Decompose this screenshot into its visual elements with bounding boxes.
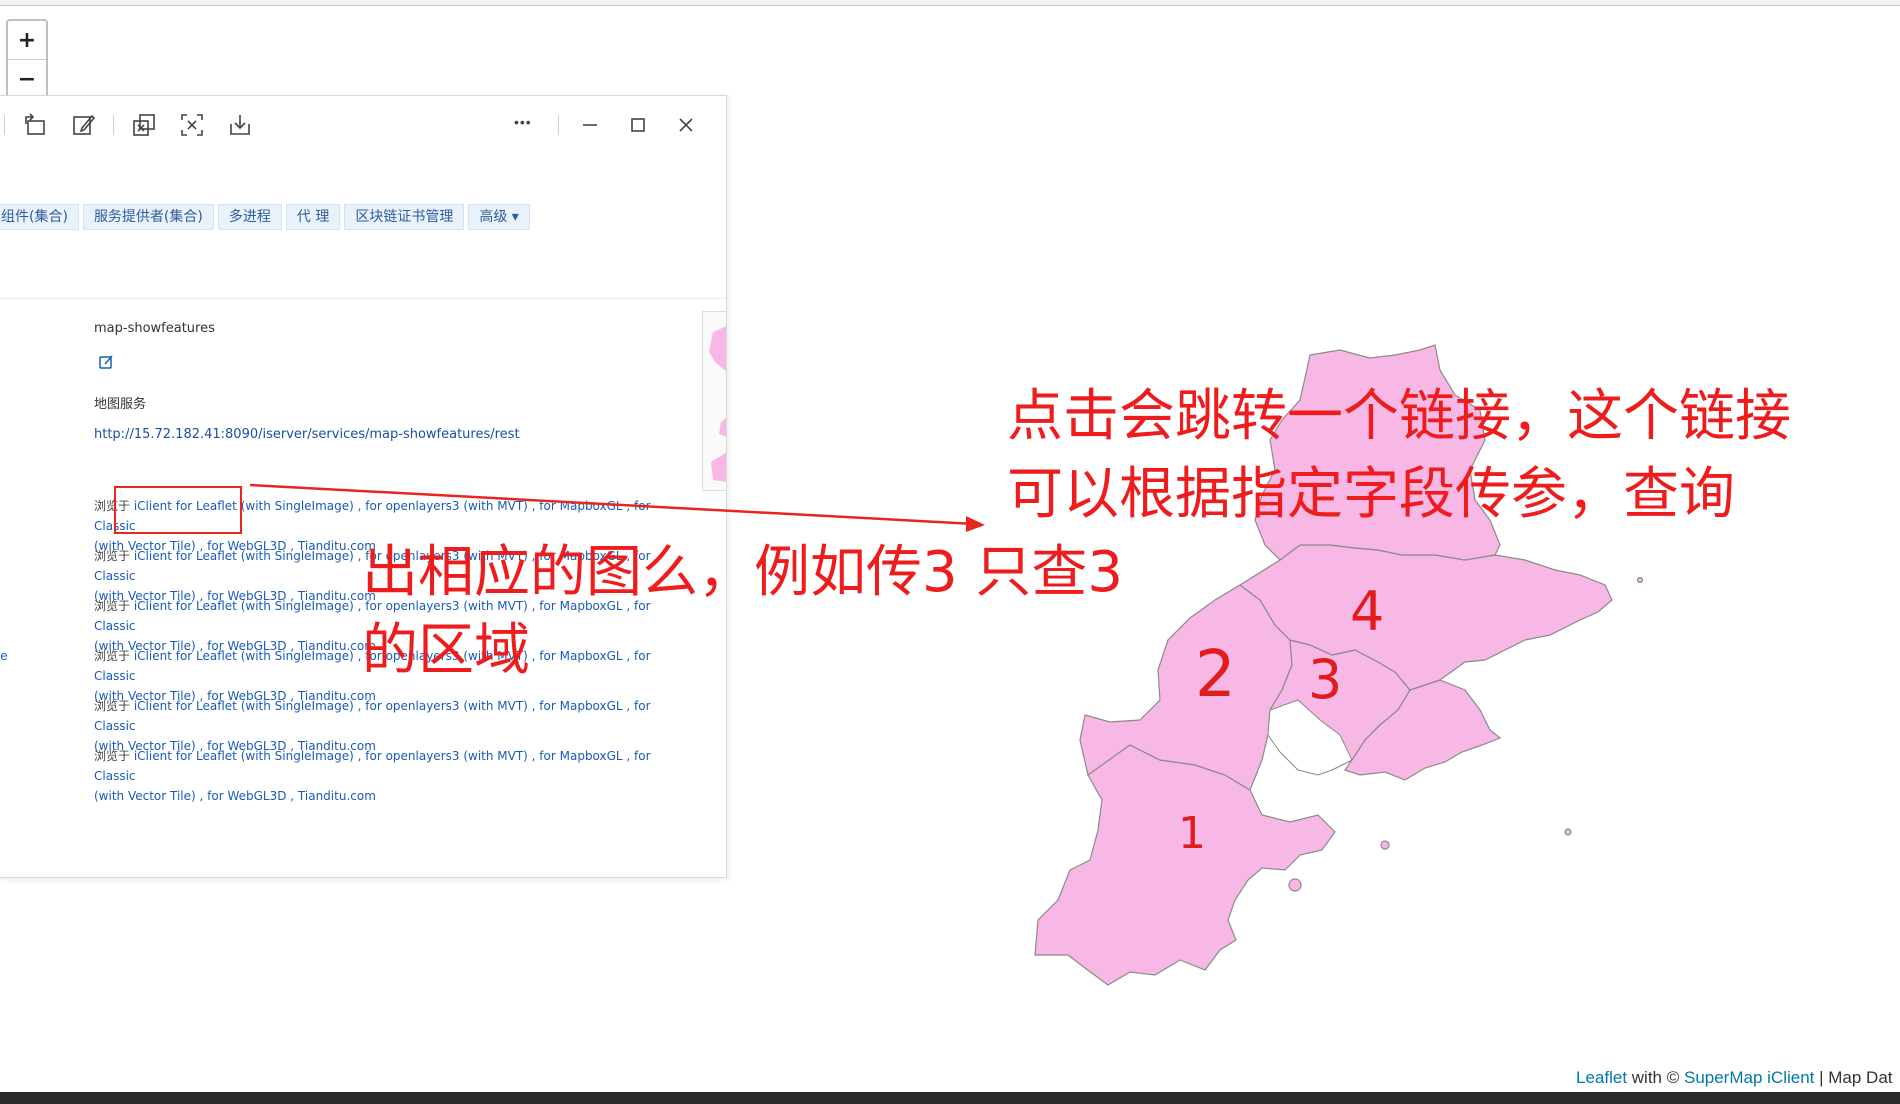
supermap-attribution-link[interactable]: SuperMap iClient — [1684, 1068, 1814, 1087]
browse-prefix: 浏览于 — [94, 599, 134, 613]
zoom-in-button[interactable]: + — [8, 21, 46, 60]
leaflet-link[interactable]: iClient for Leaflet — [134, 549, 237, 563]
edit-icon[interactable] — [70, 112, 96, 138]
browse-prefix: 浏览于 — [94, 549, 134, 563]
browse-prefix: 浏览于 — [94, 699, 134, 713]
service-type: 地图服务 — [94, 397, 147, 412]
browse-prefix: 浏览于 — [94, 749, 134, 763]
annotation-highlight-box — [114, 486, 242, 534]
tab-advanced[interactable]: 高级 ▾ — [468, 204, 530, 230]
taskbar-edge — [0, 1092, 1900, 1104]
service-url-link[interactable]: http://15.72.182.41:8090/iserver/service… — [94, 427, 520, 442]
zoom-out-button[interactable]: − — [8, 60, 46, 98]
rotate-icon[interactable] — [22, 112, 48, 138]
truncated-link[interactable]: re — [0, 648, 8, 663]
region-1[interactable] — [1034, 741, 1336, 986]
attribution-with: with © — [1627, 1068, 1684, 1087]
map-attribution: Leaflet with © SuperMap iClient | Map Da… — [1576, 1068, 1893, 1088]
tab-components[interactable]: 组件(集合) — [0, 204, 79, 230]
toolbar-divider — [4, 115, 5, 135]
browse-prefix: 浏览于 — [94, 649, 134, 663]
tab-blockchain-cert[interactable]: 区块链证书管理 — [344, 204, 465, 230]
region-number-3: 3 — [1308, 648, 1343, 711]
edit-service-icon[interactable] — [98, 354, 114, 370]
service-name: map-showfeatures — [94, 321, 215, 336]
leaflet-link[interactable]: iClient for Leaflet — [134, 599, 237, 613]
divider — [0, 298, 726, 299]
tab-proxy[interactable]: 代 理 — [285, 204, 341, 230]
annotation-text-line1: 点击会跳转一个链接，这个链接 — [1007, 384, 1791, 449]
browse-row: 浏览于 iClient for Leaflet (with SingleImag… — [94, 746, 694, 806]
toolbar-divider — [558, 115, 559, 135]
leaflet-link[interactable]: iClient for Leaflet — [134, 649, 237, 663]
other-client-links-line2[interactable]: (with Vector Tile) , for WebGL3D , Tiand… — [94, 789, 376, 803]
more-icon[interactable]: ••• — [514, 114, 544, 140]
nav-tabs: 组件(集合) 服务提供者(集合) 多进程 代 理 区块链证书管理 高级 ▾ — [0, 204, 530, 230]
close-icon[interactable] — [673, 112, 699, 138]
capture-icon[interactable] — [179, 112, 205, 138]
service-window: ••• 组件(集合) 服务提供者(集合) 多进程 代 理 区块链证书管理 高级 … — [0, 95, 727, 878]
maximize-icon[interactable] — [625, 112, 651, 138]
leaflet-link[interactable]: iClient for Leaflet — [134, 749, 237, 763]
tab-providers[interactable]: 服务提供者(集合) — [82, 204, 214, 230]
tab-multiprocess[interactable]: 多进程 — [217, 204, 282, 230]
annotation-text-line4: 的区域 — [362, 618, 530, 683]
map-thumbnail[interactable] — [702, 311, 726, 491]
region-number-4: 4 — [1350, 580, 1385, 643]
toolbar-divider — [113, 115, 114, 135]
annotation-text-line2: 可以根据指定字段传参，查询 — [1007, 462, 1735, 527]
window-toolbar: ••• — [0, 96, 726, 154]
region-number-2: 2 — [1195, 638, 1236, 712]
attribution-rest: | Map Dat — [1814, 1068, 1893, 1087]
annotation-text-line3: 出相应的图么，例如传3 只查3 — [362, 540, 1124, 605]
region-number-1: 1 — [1178, 808, 1206, 859]
leaflet-attribution-link[interactable]: Leaflet — [1576, 1068, 1627, 1087]
download-icon[interactable] — [227, 112, 253, 138]
minimize-icon[interactable] — [577, 112, 603, 138]
leaflet-link[interactable]: iClient for Leaflet — [134, 699, 237, 713]
copy-icon[interactable] — [131, 112, 157, 138]
zoom-control: + − — [6, 19, 48, 101]
